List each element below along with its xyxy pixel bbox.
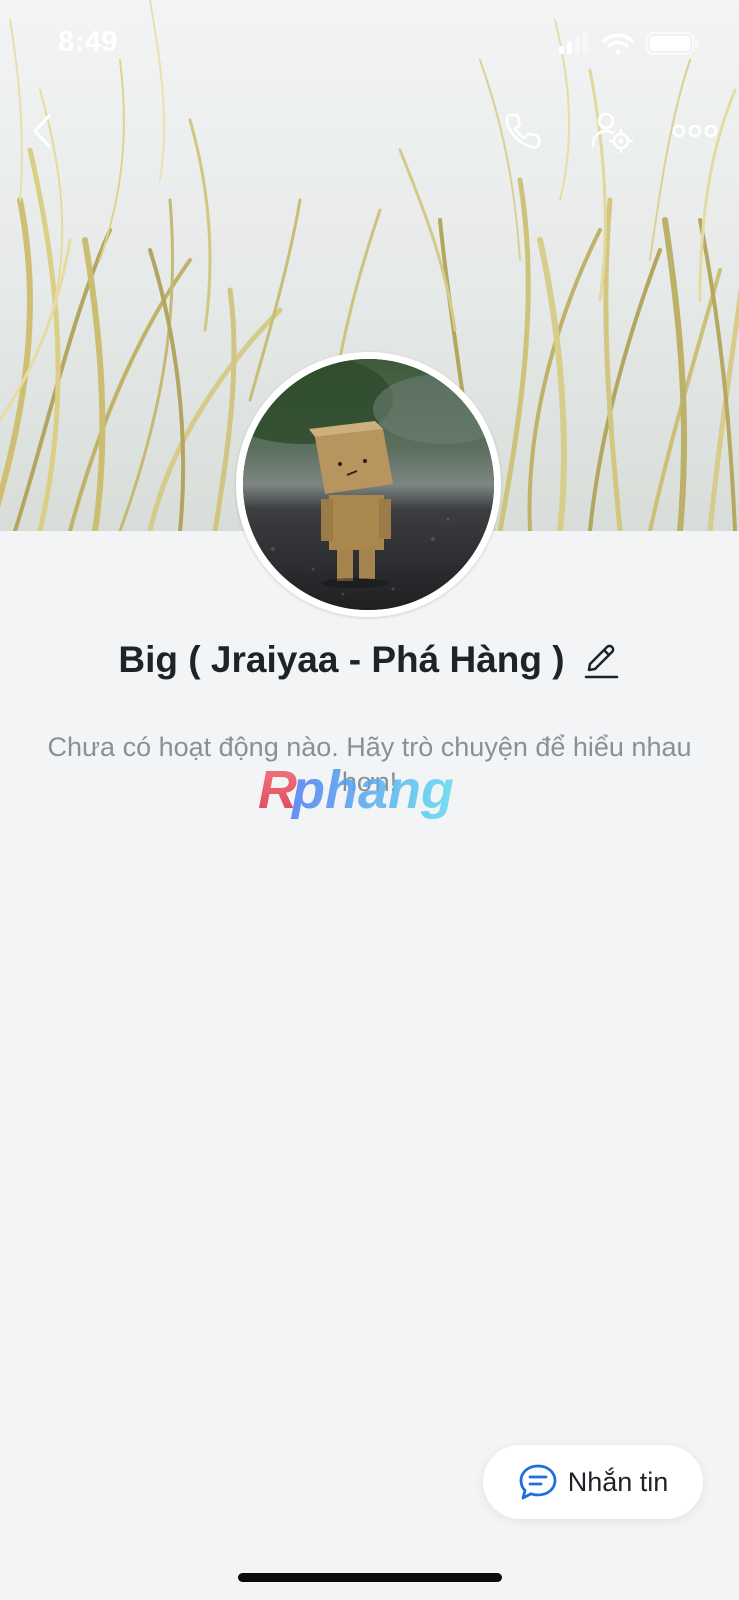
status-time: 8:49 — [58, 26, 119, 58]
phone-icon — [505, 113, 541, 149]
message-button[interactable]: Nhắn tin — [483, 1445, 703, 1519]
call-button[interactable] — [496, 104, 550, 158]
empty-activity-text: Chưa có hoạt động nào. Hãy trò chuyện để… — [47, 732, 692, 797]
edit-name-button[interactable] — [581, 638, 621, 682]
back-button[interactable] — [16, 104, 70, 158]
more-button[interactable] — [668, 104, 722, 158]
pencil-icon — [584, 644, 618, 679]
user-settings-button[interactable] — [584, 104, 638, 158]
chevron-left-icon — [33, 114, 51, 148]
avatar-image — [243, 359, 494, 610]
battery-icon — [646, 32, 698, 55]
profile-name-row: Big ( Jraiyaa - Phá Hàng ) — [0, 638, 739, 682]
more-dots-icon — [672, 124, 718, 138]
home-indicator[interactable] — [238, 1573, 502, 1582]
wifi-icon — [602, 33, 634, 55]
profile-name: Big ( Jraiyaa - Phá Hàng ) — [118, 639, 565, 680]
avatar[interactable] — [236, 352, 501, 617]
signal-icon — [559, 32, 588, 54]
chat-bubble-icon — [519, 1464, 557, 1500]
status-icons — [559, 30, 709, 60]
user-settings-icon — [591, 112, 633, 153]
message-button-label: Nhắn tin — [567, 1466, 669, 1497]
